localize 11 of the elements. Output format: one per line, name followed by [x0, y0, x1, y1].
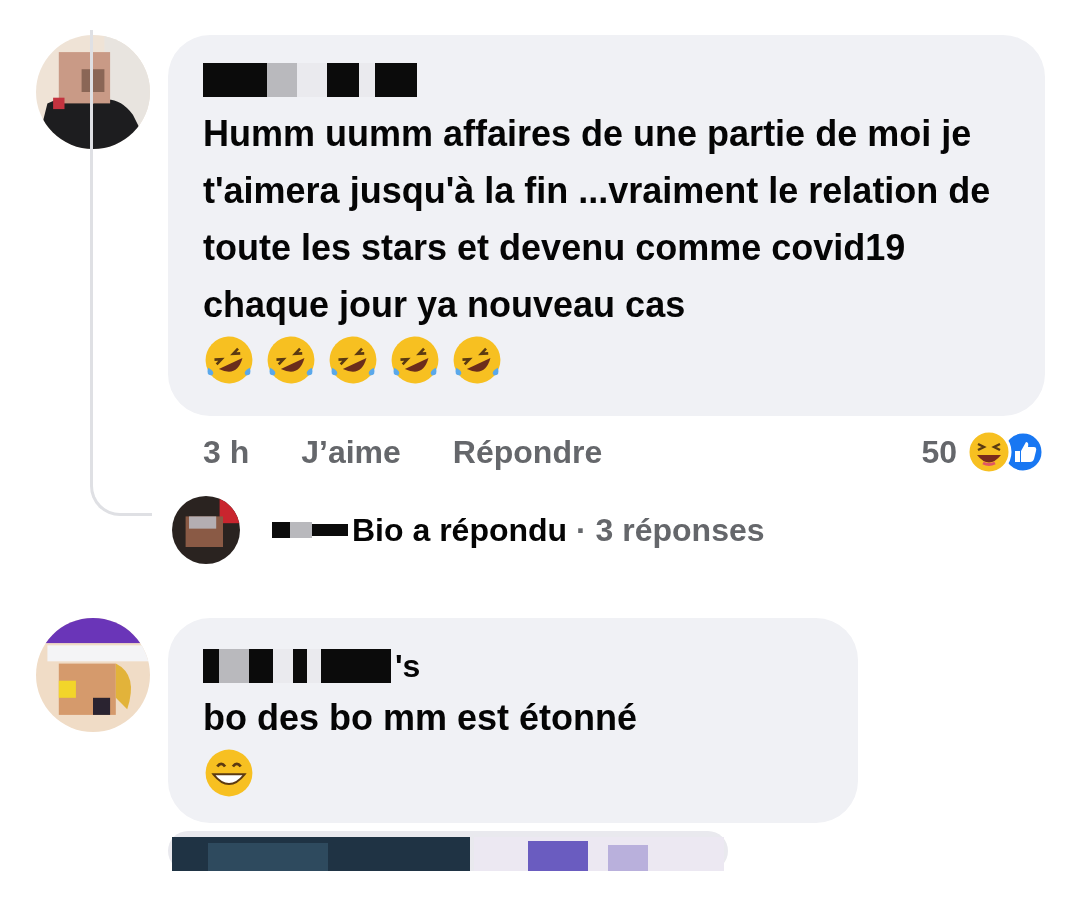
laughing-emoji-icon [203, 334, 255, 386]
laughing-emoji-icon [265, 334, 317, 386]
comment-action-link[interactable]: J’aime [301, 433, 401, 471]
comment-text: bo des bo mm est étonné [203, 696, 639, 740]
commenter-name: 's [395, 648, 421, 685]
comment-action-link[interactable]: Répondre [452, 433, 603, 471]
comment-time: 3 h [203, 433, 250, 471]
replies-link[interactable]: Bio a répondu · 3 réponses [352, 511, 765, 549]
grinning-emoji-icon [203, 747, 255, 799]
comment-text: Humm uumm affaires de une partie de moi je t'aimera jusqu'à la fin ...vraiment le relation de toute les stars et devenu comme covid19 chaque jour ya nouveau cas [203, 112, 992, 327]
reaction-count: 50 [921, 433, 957, 471]
